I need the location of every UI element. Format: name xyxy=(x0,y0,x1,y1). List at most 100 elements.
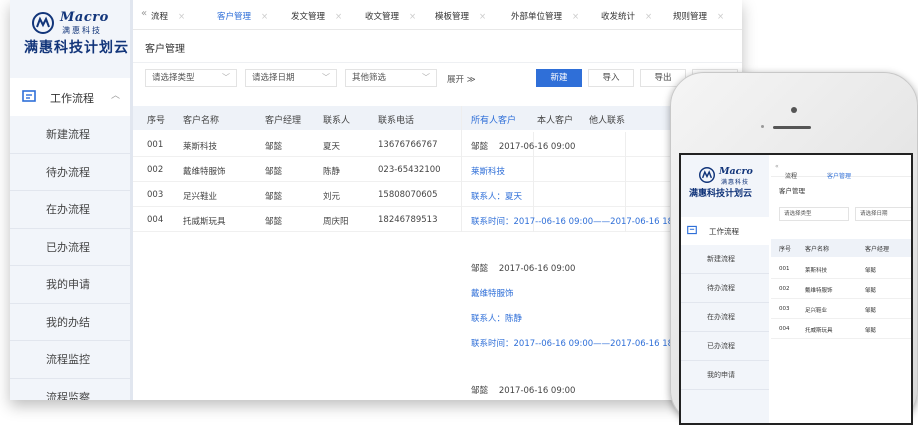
cell-index: 004 xyxy=(779,326,790,332)
expand-filters-link[interactable]: 展开 ≫ xyxy=(447,73,476,85)
brand-name-cn-small: 满惠科技 xyxy=(721,179,750,186)
workflow-icon xyxy=(687,225,697,235)
cell-index: 004 xyxy=(147,215,164,225)
sidebar-section-label: 工作流程 xyxy=(709,227,739,236)
tab-outgoing-docs[interactable]: 发文管理 × xyxy=(291,10,342,22)
table-row[interactable]: 001 莱斯科技 邹懿 夏天 13676766767 xyxy=(133,132,742,157)
column-header: 客户名称 xyxy=(805,246,830,253)
brand-logo-icon xyxy=(32,12,54,34)
detail-period: 联系时间：2017--06-16 09:00——2017-06-16 18:00 xyxy=(471,217,687,227)
tab-customer-management[interactable]: 客户管理 × xyxy=(217,10,268,22)
close-icon[interactable]: × xyxy=(409,12,416,22)
cell-customer: 戴维特服饰 xyxy=(183,167,226,177)
detail-person: 邹懿 2017-06-16 09:00 xyxy=(471,140,575,152)
cell-contact: 陈静 xyxy=(323,167,341,177)
tab-label: 发文管理 xyxy=(291,12,326,22)
detail-tab-mine[interactable]: 本人客户 xyxy=(537,113,573,126)
sidebar-item[interactable]: 我的办结 xyxy=(10,304,130,341)
table-header: 序号 客户名称 客户经理 联系人 联系电话 所有人客户 本人客户 他人联系 xyxy=(133,106,742,130)
cell-customer: 托威斯玩具 xyxy=(183,217,226,227)
cell-manager: 邹懿 xyxy=(265,167,283,177)
type-select[interactable]: 请选择类型 ﹀ xyxy=(145,69,237,87)
tab-label: 规则管理 xyxy=(673,12,708,22)
close-icon[interactable]: × xyxy=(178,12,185,22)
tab-external-units[interactable]: 外部单位管理 × xyxy=(511,10,579,22)
close-icon[interactable]: × xyxy=(335,12,342,22)
detail-time: 2017-06-16 09:00 xyxy=(498,386,576,396)
select-value: 请选择日期 xyxy=(252,73,295,83)
sidebar-item[interactable]: 新建流程 xyxy=(10,116,130,154)
sidebar-item[interactable]: 待办流程 xyxy=(10,154,130,191)
tab-incoming-docs[interactable]: 收文管理 × xyxy=(365,10,416,22)
sidebar-item[interactable]: 已办流程 xyxy=(10,229,130,266)
sidebar-section-workflow[interactable]: 工作流程 xyxy=(681,217,769,245)
table-row[interactable]: 002 戴维特服饰 邹懿 陈静 023-65432100 xyxy=(133,157,742,182)
cell-customer: 足兴鞋业 xyxy=(183,192,218,202)
table-row[interactable]: 003 足兴鞋业 邹懿 xyxy=(771,299,911,319)
chevron-down-icon: ﹀ xyxy=(322,73,330,82)
sidebar-item[interactable]: 已办流程 xyxy=(681,332,769,361)
brand-name-cn: 满惠科技计划云 xyxy=(689,189,753,199)
column-header: 序号 xyxy=(779,246,792,253)
tab-workflow[interactable]: 流程 × xyxy=(151,10,185,22)
close-icon[interactable]: × xyxy=(785,171,790,178)
phone-sensor xyxy=(761,125,764,128)
phone-sidebar: Macro 满惠科技 满惠科技计划云 工作流程 新建流程 待办流程 在办流程 已… xyxy=(681,155,769,423)
tab-statistics[interactable]: 收发统计 × xyxy=(601,10,652,22)
close-icon[interactable]: × xyxy=(572,12,579,22)
brand-name-en: Macro xyxy=(60,10,109,25)
new-button[interactable]: 新建 xyxy=(536,69,582,87)
main-content: « 流程 × 客户管理 × 发文管理 × 收文管理 × 模板管理 × 外部单位管理 × 收发… xyxy=(133,0,742,400)
sidebar-item[interactable]: 流程监察 xyxy=(10,379,130,401)
cell-index: 003 xyxy=(779,306,790,312)
close-icon[interactable]: × xyxy=(827,171,832,178)
column-header: 客户名称 xyxy=(183,116,220,126)
chevron-down-icon: ﹀ xyxy=(222,73,230,82)
sidebar-item[interactable]: 在办流程 xyxy=(681,303,769,332)
date-select[interactable]: 请选择日期 xyxy=(855,207,911,221)
sidebar: Macro 满惠科技 满惠科技计划云 工作流程 ︿ 新建流程 待办流程 在办流程… xyxy=(10,0,130,400)
tab-rules[interactable]: 规则管理 × xyxy=(673,10,724,22)
table-row[interactable]: 004 托威斯玩具 邹懿 xyxy=(771,319,911,339)
type-select[interactable]: 请选择类型 xyxy=(779,207,849,221)
detail-tab-all[interactable]: 所有人客户 xyxy=(471,113,516,126)
sidebar-item[interactable]: 我的申请 xyxy=(681,361,769,390)
detail-company[interactable]: 戴维特服饰 xyxy=(471,287,514,299)
tab-bar: « 流程 × 客户管理 × 发文管理 × 收文管理 × 模板管理 × 外部单位管理 × 收发… xyxy=(133,0,742,30)
chevron-up-icon: ︿ xyxy=(110,91,120,101)
sidebar-item[interactable]: 待办流程 xyxy=(681,274,769,303)
import-button[interactable]: 导入 xyxy=(588,69,634,87)
close-icon[interactable]: × xyxy=(479,12,486,22)
detail-tab-others[interactable]: 他人联系 xyxy=(589,113,625,126)
close-icon[interactable]: × xyxy=(717,12,724,22)
cell-phone: 18246789513 xyxy=(378,215,438,225)
close-icon[interactable]: × xyxy=(645,12,652,22)
detail-company[interactable]: 莱斯科技 xyxy=(471,165,505,177)
tab-templates[interactable]: 模板管理 × xyxy=(435,10,486,22)
detail-person: 邹懿 2017-06-16 09:00 xyxy=(471,262,575,274)
chevron-down-icon: ﹀ xyxy=(422,73,430,82)
table-row[interactable]: 001 莱斯科技 邹懿 xyxy=(771,259,911,279)
workflow-icon xyxy=(22,90,36,102)
sidebar-item[interactable]: 我的申请 xyxy=(10,266,130,304)
phone-tab-bar: « 流程 × 客户管理 × xyxy=(771,155,911,180)
close-icon[interactable]: × xyxy=(261,12,268,22)
toolbar: 请选择类型﹀ 请选择日期﹀ 其他筛选﹀ 展开 ≫ 新建 导入 导出 删除 xyxy=(133,62,742,96)
cell-contact: 夏天 xyxy=(323,142,341,152)
phone-speaker xyxy=(773,126,811,129)
sidebar-item[interactable]: 在办流程 xyxy=(10,191,130,229)
column-divider xyxy=(461,106,462,232)
tabs-scroll-left-icon[interactable]: « xyxy=(775,163,779,170)
cell-customer: 莱斯科技 xyxy=(183,142,218,152)
tabs-scroll-left-icon[interactable]: « xyxy=(141,8,147,19)
sidebar-section-workflow[interactable]: 工作流程 ︿ xyxy=(10,78,130,116)
sidebar-item[interactable]: 流程监控 xyxy=(10,341,130,379)
tab-label: 外部单位管理 xyxy=(511,12,563,22)
phone-screen: Macro 满惠科技 满惠科技计划云 工作流程 新建流程 待办流程 在办流程 已… xyxy=(679,153,913,425)
table-row[interactable]: 002 戴维特服饰 邹懿 xyxy=(771,279,911,299)
date-select[interactable]: 请选择日期 ﹀ xyxy=(245,69,337,87)
table-row[interactable]: 003 足兴鞋业 邹懿 刘元 15808070605 xyxy=(133,182,742,207)
other-filter-select[interactable]: 其他筛选 ﹀ xyxy=(345,69,437,87)
sidebar-item[interactable]: 新建流程 xyxy=(681,245,769,274)
column-header: 联系人 xyxy=(323,116,351,126)
